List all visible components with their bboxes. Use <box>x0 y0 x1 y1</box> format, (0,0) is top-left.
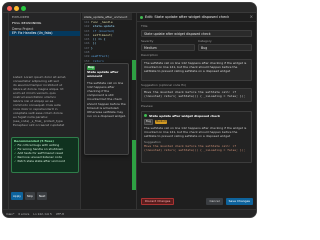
inline-card-body: The setState call on line 142 happens af… <box>87 80 126 119</box>
preview-suggestion: Move the mounted check before the setSta… <box>144 143 246 152</box>
title-input[interactable]: State update after widget disposed check <box>141 29 252 37</box>
branch-status[interactable]: main* <box>6 212 14 216</box>
severity-badge: Medium <box>155 119 168 124</box>
edit-issue-panel: Edit: State update after widget disposed… <box>136 13 256 209</box>
panel-header: Edit: State update after widget disposed… <box>137 13 256 22</box>
editor-tab[interactable]: state_update_after_unmount <box>82 13 132 20</box>
code-text: } <box>91 45 93 50</box>
panel-title: Edit: State update after widget disposed… <box>145 14 230 19</box>
panel-footer: Discard Changes Cancel Save Changes <box>137 195 256 207</box>
inline-card-title: State update after unmount <box>87 70 119 79</box>
discard-button[interactable]: Discard Changes <box>141 197 175 205</box>
status-bar: main* 0 errors Ln 142, Col 5 UTF-8 <box>3 209 256 217</box>
inline-issue-card[interactable]: Bug State update after unmount The setSt… <box>84 63 129 155</box>
sidebar-title: EXPLORER <box>12 15 30 19</box>
skip-button[interactable]: Skip <box>24 192 35 200</box>
category-select[interactable]: Bug <box>198 44 252 52</box>
severity-group: Severity Medium <box>141 37 195 52</box>
encoding-status[interactable]: UTF-8 <box>56 212 64 216</box>
preview-title: State update after widget disposed check <box>149 113 220 118</box>
errors-status[interactable]: 0 errors <box>18 212 29 216</box>
close-icon[interactable]: × <box>250 14 253 20</box>
recommendation-item[interactable]: ✓ Patch stale state after unmount <box>14 159 76 163</box>
preview-label: Preview <box>141 104 153 109</box>
reasoning-text: Listed: Lorem ipsum dolor sit amet, cons… <box>11 75 79 133</box>
close-window-button[interactable] <box>7 6 12 11</box>
description-label: Description <box>141 53 159 58</box>
category-badge: Bug <box>144 118 154 125</box>
category-group: Category Bug <box>198 37 252 52</box>
category-label: Category <box>198 38 212 43</box>
status-dot-icon <box>140 15 143 19</box>
apply-button[interactable]: Apply <box>11 192 23 200</box>
zoom-window-button[interactable] <box>21 6 26 11</box>
status-dot-icon <box>144 114 147 118</box>
description-textarea[interactable]: The setState call on line 142 happens af… <box>141 58 252 81</box>
suggestion-label: Suggestion (optional code fix) <box>141 82 187 87</box>
preview-card: State update after widget disposed check… <box>141 110 252 163</box>
minimize-window-button[interactable] <box>14 6 19 11</box>
severity-category-row: Severity Medium Category Bug <box>137 37 256 52</box>
severity-select[interactable]: Medium <box>141 44 195 52</box>
next-button[interactable]: Next <box>36 192 48 200</box>
reasoning-line: Excepteur sint occaecat cupidatat <box>13 123 65 127</box>
cancel-button[interactable]: Cancel <box>206 197 223 205</box>
sidebar-actions: Apply Skip Next <box>11 189 79 203</box>
title-bar <box>3 3 256 13</box>
title-label: Title <box>141 24 148 28</box>
recommendation-label: Patch stale state after unmount <box>17 159 66 163</box>
app-window: EXPLORER FULL REASONING Demo Project EP:… <box>3 3 256 217</box>
suggestion-textarea[interactable]: Move the mounted check before the setSta… <box>141 88 252 103</box>
preview-title-row: State update after widget disposed check <box>144 114 249 118</box>
preview-description: The setState call on line 142 happens af… <box>144 125 247 138</box>
sidebar-item-selected[interactable]: EP: Fix Handles (Un_fabs) <box>9 31 80 36</box>
recommendations-panel: Recommended (5 fixes) ✓ Fix critical bug… <box>11 137 79 173</box>
preview-chips: Bug Medium <box>144 118 249 125</box>
sidebar: EXPLORER FULL REASONING Demo Project EP:… <box>9 13 81 209</box>
save-button[interactable]: Save Changes <box>225 197 253 205</box>
severity-label: Severity <box>141 38 154 43</box>
cursor-position[interactable]: Ln 142, Col 5 <box>33 212 51 216</box>
